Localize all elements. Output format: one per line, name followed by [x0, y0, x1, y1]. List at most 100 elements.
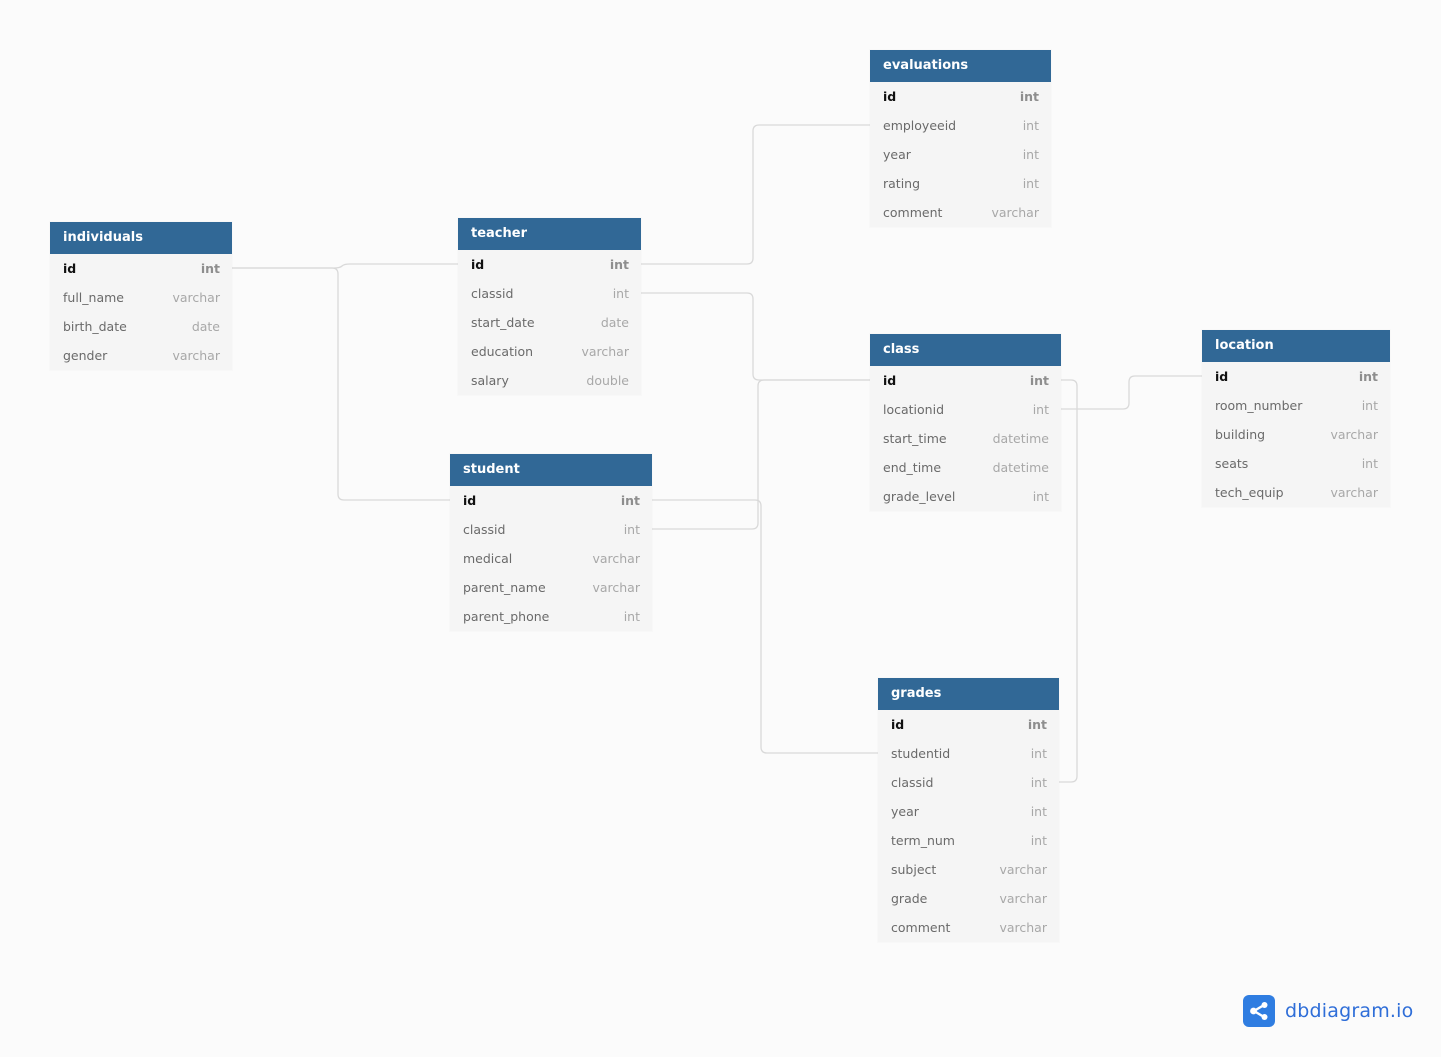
field-row[interactable]: comment varchar: [878, 913, 1059, 942]
field-name: id: [891, 717, 905, 732]
field-row[interactable]: classid int: [450, 515, 652, 544]
field-type: int: [1358, 369, 1378, 384]
field-row[interactable]: id int: [458, 250, 641, 279]
rel-class-grades[interactable]: [1059, 379, 1078, 783]
field-name: seats: [1215, 456, 1249, 471]
rel-teacher-class[interactable]: [641, 292, 870, 381]
share-nodes-icon: [1243, 995, 1275, 1027]
relationship-lines: [232, 124, 1202, 783]
field-row[interactable]: grade varchar: [878, 884, 1059, 913]
field-row[interactable]: comment varchar: [870, 198, 1051, 227]
field-name: salary: [471, 373, 509, 388]
field-row[interactable]: id int: [870, 82, 1051, 111]
field-type: int: [1022, 176, 1039, 191]
field-type: datetime: [992, 431, 1049, 446]
field-row[interactable]: id int: [1202, 362, 1390, 391]
table-grades[interactable]: grades id int studentid int classid int year int…: [878, 678, 1059, 942]
field-name: rating: [883, 176, 921, 191]
field-name: parent_name: [463, 580, 546, 595]
field-type: double: [586, 373, 629, 388]
field-row[interactable]: seats int: [1202, 449, 1390, 478]
field-type: int: [1030, 775, 1047, 790]
field-row[interactable]: classid int: [458, 279, 641, 308]
field-name: id: [883, 89, 897, 104]
table-header[interactable]: class: [870, 334, 1061, 366]
table-header[interactable]: individuals: [50, 222, 232, 254]
table-header[interactable]: grades: [878, 678, 1059, 710]
rel-teacher-evaluations[interactable]: [641, 124, 870, 265]
field-row[interactable]: room_number int: [1202, 391, 1390, 420]
field-name: classid: [471, 286, 514, 301]
field-row[interactable]: term_num int: [878, 826, 1059, 855]
field-row[interactable]: id int: [450, 486, 652, 515]
table-header[interactable]: teacher: [458, 218, 641, 250]
field-row[interactable]: full_name varchar: [50, 283, 232, 312]
field-row[interactable]: id int: [870, 366, 1061, 395]
field-row[interactable]: studentid int: [878, 739, 1059, 768]
field-row[interactable]: education varchar: [458, 337, 641, 366]
table-header[interactable]: location: [1202, 330, 1390, 362]
diagram-canvas[interactable]: individuals id int full_name varchar birth_da…: [0, 0, 1441, 1057]
field-name: id: [63, 261, 77, 276]
field-row[interactable]: year int: [870, 140, 1051, 169]
table-individuals[interactable]: individuals id int full_name varchar birth_da…: [50, 222, 232, 370]
field-type: int: [623, 522, 640, 537]
field-name: id: [1215, 369, 1229, 384]
field-type: int: [1032, 489, 1049, 504]
field-type: int: [620, 493, 640, 508]
field-row[interactable]: grade_level int: [870, 482, 1061, 511]
field-row[interactable]: id int: [50, 254, 232, 283]
field-type: int: [609, 257, 629, 272]
field-type: int: [1032, 402, 1049, 417]
rel-class-location[interactable]: [1061, 375, 1202, 410]
field-type: varchar: [592, 551, 640, 566]
table-header[interactable]: student: [450, 454, 652, 486]
rel-individuals-teacher[interactable]: [232, 263, 458, 269]
field-name: birth_date: [63, 319, 127, 334]
field-row[interactable]: locationid int: [870, 395, 1061, 424]
field-row[interactable]: birth_date date: [50, 312, 232, 341]
brand-logo[interactable]: dbdiagram.io: [1243, 995, 1413, 1027]
field-type: varchar: [999, 891, 1047, 906]
field-type: varchar: [999, 862, 1047, 877]
table-header[interactable]: evaluations: [870, 50, 1051, 82]
field-row[interactable]: parent_phone int: [450, 602, 652, 631]
table-class[interactable]: class id int locationid int start_time datetim…: [870, 334, 1061, 511]
rel-individuals-student[interactable]: [232, 267, 450, 501]
rel-student-class[interactable]: [652, 379, 870, 530]
field-row[interactable]: employeeid int: [870, 111, 1051, 140]
field-type: varchar: [581, 344, 629, 359]
field-name: tech_equip: [1215, 485, 1284, 500]
field-name: id: [463, 493, 477, 508]
field-row[interactable]: rating int: [870, 169, 1051, 198]
rel-student-grades[interactable]: [652, 499, 878, 754]
field-row[interactable]: building varchar: [1202, 420, 1390, 449]
field-name: gender: [63, 348, 108, 363]
field-row[interactable]: subject varchar: [878, 855, 1059, 884]
table-evaluations[interactable]: evaluations id int employeeid int year int rati…: [870, 50, 1051, 227]
field-type: int: [1030, 833, 1047, 848]
table-student[interactable]: student id int classid int medical varchar pare…: [450, 454, 652, 631]
field-row[interactable]: start_time datetime: [870, 424, 1061, 453]
table-teacher[interactable]: teacher id int classid int start_date date educ…: [458, 218, 641, 395]
field-type: varchar: [991, 205, 1039, 220]
field-type: int: [200, 261, 220, 276]
field-row[interactable]: gender varchar: [50, 341, 232, 370]
field-name: start_date: [471, 315, 535, 330]
field-row[interactable]: id int: [878, 710, 1059, 739]
field-row[interactable]: classid int: [878, 768, 1059, 797]
field-type: int: [1361, 398, 1378, 413]
field-name: end_time: [883, 460, 942, 475]
table-location[interactable]: location id int room_number int building varch…: [1202, 330, 1390, 507]
field-name: year: [891, 804, 919, 819]
brand-name: dbdiagram.io: [1285, 1000, 1414, 1022]
field-row[interactable]: salary double: [458, 366, 641, 395]
field-row[interactable]: tech_equip varchar: [1202, 478, 1390, 507]
field-row[interactable]: end_time datetime: [870, 453, 1061, 482]
field-type: int: [1022, 118, 1039, 133]
field-row[interactable]: parent_name varchar: [450, 573, 652, 602]
field-type: int: [612, 286, 629, 301]
field-row[interactable]: start_date date: [458, 308, 641, 337]
field-row[interactable]: medical varchar: [450, 544, 652, 573]
field-row[interactable]: year int: [878, 797, 1059, 826]
